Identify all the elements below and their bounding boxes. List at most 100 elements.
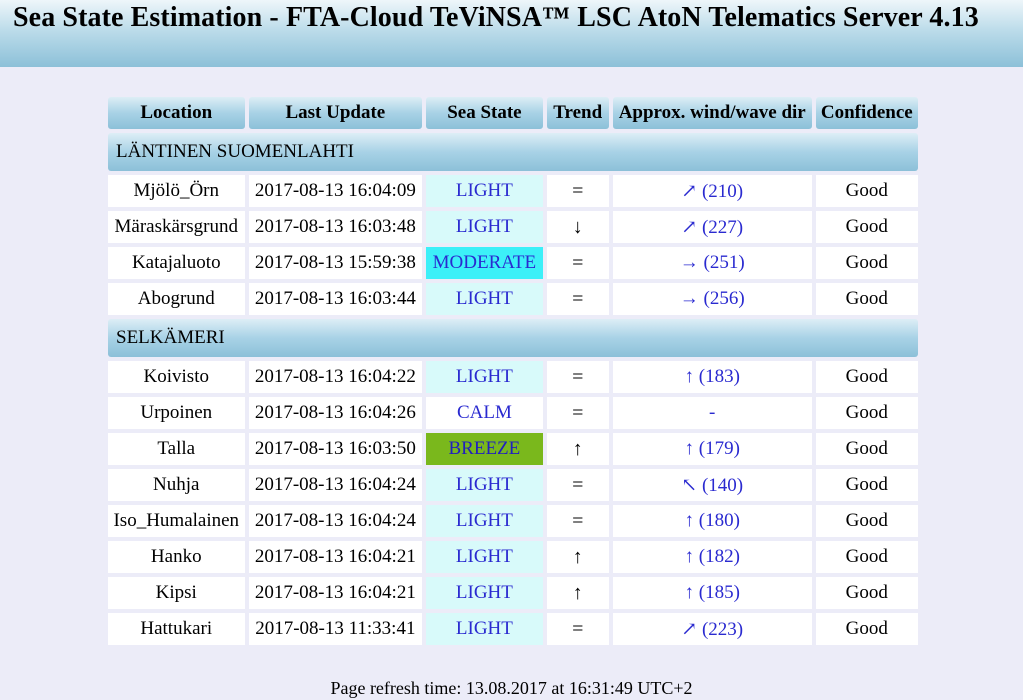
table-row: Hattukari 2017-08-13 11:33:41 LIGHT = ↗ (223…: [108, 613, 918, 645]
table-body: LÄNTINEN SUOMENLAHTI Mjölö_Örn 2017-08-13 …: [108, 133, 918, 645]
wind-wave-dir-cell: ↑ (182): [612, 541, 812, 573]
table-row: Mjölö_Örn 2017-08-13 16:04:09 LIGHT = ↗ (210…: [108, 175, 918, 207]
last-update-cell: 2017-08-13 15:59:38: [248, 247, 423, 279]
trend-cell: ↑: [546, 577, 609, 609]
last-update-cell: 2017-08-13 16:04:21: [248, 541, 423, 573]
wind-wave-dir-cell: ↗ (227): [612, 211, 812, 243]
wind-wave-dir-cell: ↑ (185): [612, 577, 812, 609]
page-header: Sea State Estimation - FTA-Cloud TeViNSA…: [0, 0, 1023, 67]
column-header-location: Location: [108, 97, 245, 129]
location-cell: Hanko: [108, 541, 245, 573]
trend-cell: ↑: [546, 541, 609, 573]
table-row: Iso_Humalainen 2017-08-13 16:04:24 LIGHT = ↑…: [108, 505, 918, 537]
confidence-cell: Good: [815, 175, 918, 207]
sea-state-cell: CALM: [426, 397, 543, 429]
table-row: Talla 2017-08-13 16:03:50 BREEZE ↑ ↑ (179) Go…: [108, 433, 918, 465]
last-update-cell: 2017-08-13 11:33:41: [248, 613, 423, 645]
trend-cell: =: [546, 469, 609, 501]
sea-state-cell: LIGHT: [426, 283, 543, 315]
section-title: LÄNTINEN SUOMENLAHTI: [108, 133, 918, 171]
sea-state-cell: LIGHT: [426, 361, 543, 393]
wind-wave-dir-cell: → (256): [612, 283, 812, 315]
sea-state-cell: LIGHT: [426, 505, 543, 537]
table-row: Katajaluoto 2017-08-13 15:59:38 MODERATE = →…: [108, 247, 918, 279]
last-update-cell: 2017-08-13 16:04:09: [248, 175, 423, 207]
sea-state-cell: LIGHT: [426, 175, 543, 207]
location-cell: Hattukari: [108, 613, 245, 645]
section-header-row: SELKÄMERI: [108, 319, 918, 357]
sea-state-cell: LIGHT: [426, 541, 543, 573]
trend-cell: =: [546, 283, 609, 315]
last-update-cell: 2017-08-13 16:04:24: [248, 469, 423, 501]
last-update-cell: 2017-08-13 16:03:44: [248, 283, 423, 315]
page-refresh-time: Page refresh time: 13.08.2017 at 16:31:4…: [330, 678, 693, 698]
confidence-cell: Good: [815, 247, 918, 279]
confidence-cell: Good: [815, 361, 918, 393]
wind-wave-dir-cell: ↑ (179): [612, 433, 812, 465]
wind-wave-dir-cell: -: [612, 397, 812, 429]
confidence-cell: Good: [815, 469, 918, 501]
sea-state-cell: LIGHT: [426, 577, 543, 609]
confidence-cell: Good: [815, 613, 918, 645]
wind-wave-dir-cell: ↖ (140): [612, 469, 812, 501]
table-row: Märaskärsgrund 2017-08-13 16:03:48 LIGHT ↓ ↗…: [108, 211, 918, 243]
trend-cell: ↓: [546, 211, 609, 243]
column-header-wind-wave-dir: Approx. wind/wave dir: [612, 97, 812, 129]
table-row: Kipsi 2017-08-13 16:04:21 LIGHT ↑ ↑ (185) Goo…: [108, 577, 918, 609]
location-cell: Talla: [108, 433, 245, 465]
last-update-cell: 2017-08-13 16:03:48: [248, 211, 423, 243]
confidence-cell: Good: [815, 211, 918, 243]
location-cell: Märaskärsgrund: [108, 211, 245, 243]
table-row: Urpoinen 2017-08-13 16:04:26 CALM = - Good: [108, 397, 918, 429]
table-row: Koivisto 2017-08-13 16:04:22 LIGHT = ↑ (183)…: [108, 361, 918, 393]
confidence-cell: Good: [815, 433, 918, 465]
sea-state-cell: LIGHT: [426, 613, 543, 645]
section-header-row: LÄNTINEN SUOMENLAHTI: [108, 133, 918, 171]
confidence-cell: Good: [815, 283, 918, 315]
confidence-cell: Good: [815, 397, 918, 429]
confidence-cell: Good: [815, 505, 918, 537]
table-header-row: Location Last Update Sea State Trend App…: [108, 97, 918, 129]
location-cell: Katajaluoto: [108, 247, 245, 279]
location-cell: Koivisto: [108, 361, 245, 393]
sea-state-cell: LIGHT: [426, 211, 543, 243]
last-update-cell: 2017-08-13 16:04:21: [248, 577, 423, 609]
page-title: Sea State Estimation - FTA-Cloud TeViNSA…: [13, 2, 979, 33]
last-update-cell: 2017-08-13 16:04:26: [248, 397, 423, 429]
trend-cell: ↑: [546, 433, 609, 465]
last-update-cell: 2017-08-13 16:04:22: [248, 361, 423, 393]
column-header-trend: Trend: [546, 97, 609, 129]
wind-wave-dir-cell: ↑ (180): [612, 505, 812, 537]
table-row: Hanko 2017-08-13 16:04:21 LIGHT ↑ ↑ (182) Goo…: [108, 541, 918, 573]
location-cell: Abogrund: [108, 283, 245, 315]
sea-state-cell: LIGHT: [426, 469, 543, 501]
last-update-cell: 2017-08-13 16:03:50: [248, 433, 423, 465]
location-cell: Kipsi: [108, 577, 245, 609]
trend-cell: =: [546, 361, 609, 393]
trend-cell: =: [546, 175, 609, 207]
location-cell: Nuhja: [108, 469, 245, 501]
location-cell: Iso_Humalainen: [108, 505, 245, 537]
confidence-cell: Good: [815, 541, 918, 573]
trend-cell: =: [546, 247, 609, 279]
section-title: SELKÄMERI: [108, 319, 918, 357]
column-header-confidence: Confidence: [815, 97, 918, 129]
trend-cell: =: [546, 505, 609, 537]
table-row: Abogrund 2017-08-13 16:03:44 LIGHT = → (256)…: [108, 283, 918, 315]
sea-state-cell: BREEZE: [426, 433, 543, 465]
sea-state-table: Location Last Update Sea State Trend App…: [104, 93, 922, 649]
wind-wave-dir-cell: ↗ (210): [612, 175, 812, 207]
last-update-cell: 2017-08-13 16:04:24: [248, 505, 423, 537]
wind-wave-dir-cell: ↑ (183): [612, 361, 812, 393]
table-row: Nuhja 2017-08-13 16:04:24 LIGHT = ↖ (140) Goo…: [108, 469, 918, 501]
location-cell: Urpoinen: [108, 397, 245, 429]
sea-state-cell: MODERATE: [426, 247, 543, 279]
column-header-last-update: Last Update: [248, 97, 423, 129]
column-header-sea-state: Sea State: [426, 97, 543, 129]
confidence-cell: Good: [815, 577, 918, 609]
wind-wave-dir-cell: ↗ (223): [612, 613, 812, 645]
trend-cell: =: [546, 397, 609, 429]
wind-wave-dir-cell: → (251): [612, 247, 812, 279]
trend-cell: =: [546, 613, 609, 645]
location-cell: Mjölö_Örn: [108, 175, 245, 207]
